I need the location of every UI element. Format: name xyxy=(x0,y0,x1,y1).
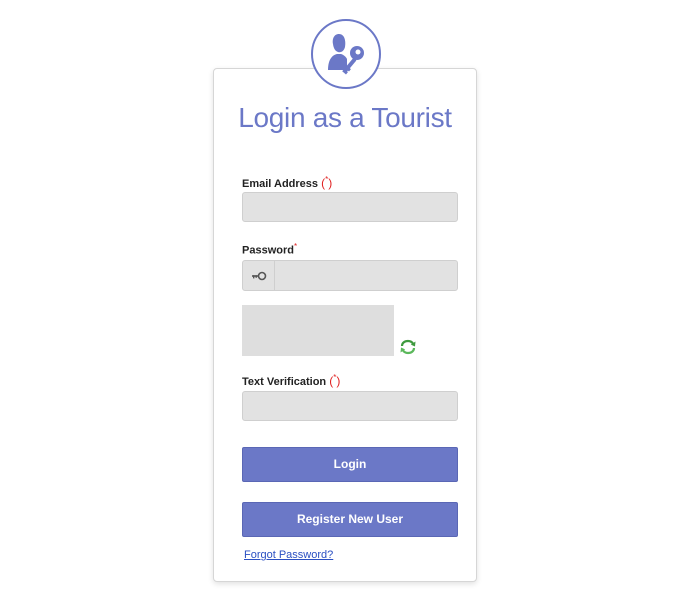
password-required-mark: * xyxy=(293,242,298,251)
user-key-icon xyxy=(311,19,381,89)
login-page: Login as a Tourist Email Address (*) Pas… xyxy=(0,0,700,609)
verification-input[interactable] xyxy=(242,391,458,421)
verification-required-indicator: (*) xyxy=(329,373,341,388)
forgot-password-link[interactable]: Forgot Password? xyxy=(244,549,333,561)
password-label-text: Password xyxy=(242,244,294,257)
email-required-indicator: (*) xyxy=(321,175,333,190)
refresh-icon[interactable] xyxy=(399,339,417,355)
verification-label-text: Text Verification xyxy=(242,376,327,388)
email-label: Email Address (*) xyxy=(242,175,332,190)
verification-label: Text Verification (*) xyxy=(242,373,340,388)
password-field xyxy=(242,260,458,291)
email-label-text: Email Address xyxy=(242,178,319,190)
register-button[interactable]: Register New User xyxy=(242,502,458,537)
captcha-image xyxy=(242,305,394,356)
email-input[interactable] xyxy=(242,192,458,222)
page-title: Login as a Tourist xyxy=(238,102,452,133)
password-label: Password* xyxy=(242,242,297,257)
verification-required-close: ) xyxy=(336,374,341,388)
password-input[interactable] xyxy=(275,261,457,290)
key-icon xyxy=(243,261,275,290)
login-button[interactable]: Login xyxy=(242,447,458,482)
email-required-close: ) xyxy=(328,176,333,190)
